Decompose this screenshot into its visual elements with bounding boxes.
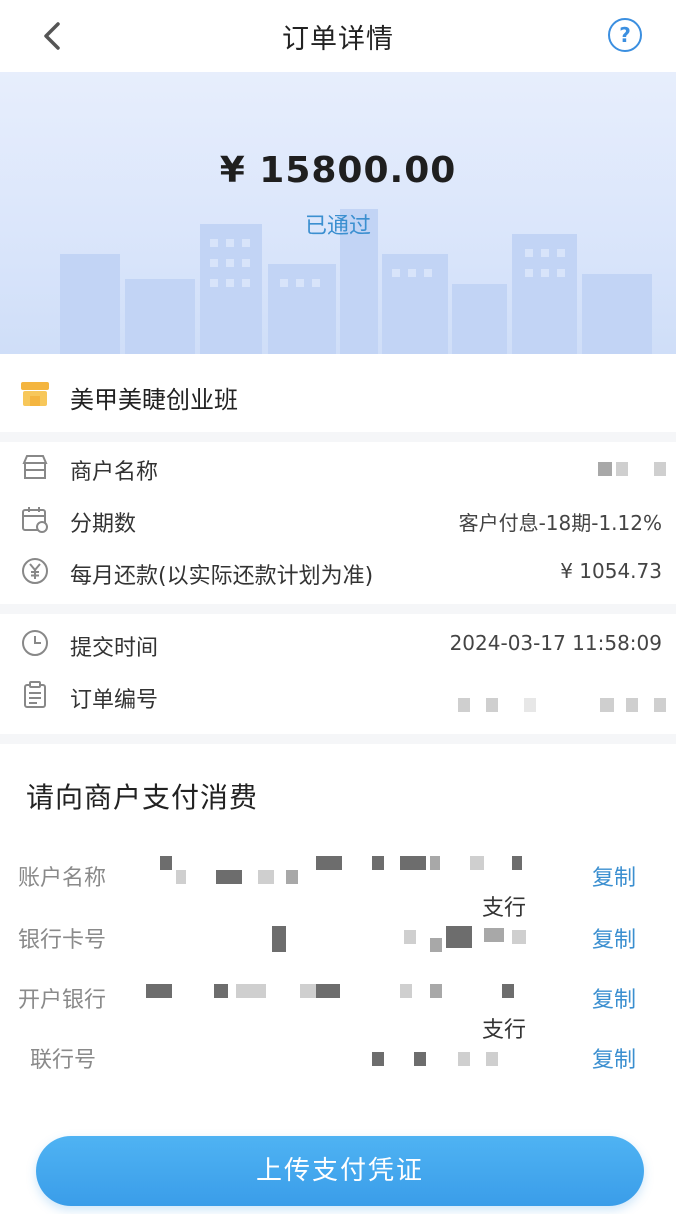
- redacted-mark: [214, 984, 228, 998]
- back-button[interactable]: [34, 18, 70, 54]
- installments-row: 分期数 客户付息-18期-1.12%: [0, 494, 676, 544]
- bank-code-label: 联行号: [30, 1048, 97, 1073]
- redacted-mark: [458, 698, 470, 712]
- copy-bank-code-button[interactable]: 复制: [592, 1042, 636, 1074]
- redacted-mark: [524, 698, 536, 712]
- submit-time-label: 提交时间: [70, 636, 159, 661]
- bank-label: 开户银行: [18, 988, 107, 1013]
- redacted-mark: [400, 856, 426, 870]
- redacted-mark: [512, 856, 522, 870]
- account-name-label: 账户名称: [18, 866, 107, 891]
- monthly-row: 每月还款(以实际还款计划为准) ¥ 1054.73: [0, 546, 676, 596]
- chevron-left-icon: [44, 22, 60, 50]
- yuan-icon: [22, 558, 48, 584]
- order-number-row: 订单编号: [0, 670, 676, 720]
- redacted-mark: [430, 984, 442, 998]
- help-button[interactable]: ?: [608, 18, 642, 52]
- redacted-mark: [486, 698, 498, 712]
- hero-banner: ¥ 15800.00 已通过: [0, 72, 676, 354]
- order-number-label: 订单编号: [70, 688, 159, 713]
- order-status: 已通过: [304, 214, 371, 239]
- card-number-row: 银行卡号 复制: [0, 908, 676, 968]
- divider: [0, 432, 676, 442]
- account-name-row: 账户名称 复制 支行: [0, 846, 676, 921]
- course-name: 美甲美睫创业班: [70, 386, 238, 414]
- redacted-mark: [372, 856, 384, 870]
- redacted-mark: [446, 926, 472, 948]
- copy-account-name-button[interactable]: 复制: [592, 860, 636, 892]
- monthly-value: ¥ 1054.73: [560, 559, 662, 583]
- redacted-mark: [258, 870, 274, 884]
- redacted-mark: [486, 1052, 498, 1066]
- course-row: 美甲美睫创业班: [0, 354, 676, 432]
- redacted-mark: [600, 698, 614, 712]
- copy-card-number-button[interactable]: 复制: [592, 922, 636, 954]
- calendar-icon: [22, 507, 48, 533]
- shop-icon: [21, 382, 49, 406]
- redacted-mark: [484, 928, 504, 942]
- order-amount: ¥ 15800.00: [219, 150, 457, 191]
- page-title: 订单详情: [282, 23, 394, 55]
- redacted-mark: [626, 698, 638, 712]
- redacted-mark: [372, 1052, 384, 1066]
- redacted-mark: [430, 938, 442, 952]
- upload-payment-proof-button[interactable]: 上传支付凭证: [36, 1136, 644, 1206]
- question-icon: ?: [619, 23, 631, 47]
- redacted-mark: [616, 462, 628, 476]
- card-number-label: 银行卡号: [18, 928, 107, 953]
- redacted-mark: [470, 856, 484, 870]
- merchant-label: 商户名称: [70, 460, 159, 485]
- redacted-mark: [286, 870, 298, 884]
- redacted-mark: [404, 930, 416, 944]
- bank-row: 开户银行 复制 支行: [0, 968, 676, 1043]
- redacted-mark: [512, 930, 526, 944]
- redacted-mark: [414, 1052, 426, 1066]
- redacted-mark: [400, 984, 412, 998]
- submit-time-row: 提交时间 2024-03-17 11:58:09: [0, 618, 676, 668]
- redacted-mark: [598, 462, 612, 476]
- redacted-mark: [272, 926, 286, 952]
- monthly-label: 每月还款(以实际还款计划为准): [70, 564, 374, 589]
- redacted-mark: [458, 1052, 470, 1066]
- installments-value: 客户付息-18期-1.12%: [458, 511, 662, 535]
- redacted-mark: [502, 984, 514, 998]
- redacted-mark: [654, 698, 666, 712]
- installments-label: 分期数: [70, 512, 137, 537]
- top-nav: 订单详情 ?: [0, 0, 676, 72]
- redacted-mark: [236, 984, 266, 998]
- redacted-mark: [146, 984, 172, 998]
- redacted-mark: [654, 462, 666, 476]
- payment-section-title: 请向商户支付消费: [26, 781, 259, 814]
- divider: [0, 734, 676, 744]
- merchant-row: 商户名称: [0, 442, 676, 492]
- redacted-mark: [430, 856, 440, 870]
- redacted-mark: [160, 856, 172, 870]
- clipboard-icon: [24, 681, 46, 708]
- submit-time-value: 2024-03-17 11:58:09: [449, 631, 662, 655]
- store-icon: [22, 455, 48, 479]
- redacted-mark: [176, 870, 186, 884]
- redacted-mark: [316, 984, 340, 998]
- redacted-mark: [316, 856, 342, 870]
- divider: [0, 604, 676, 614]
- bank-code-row: 联行号 复制: [0, 1028, 676, 1088]
- copy-bank-button[interactable]: 复制: [592, 982, 636, 1014]
- clock-icon: [22, 630, 48, 656]
- redacted-mark: [216, 870, 242, 884]
